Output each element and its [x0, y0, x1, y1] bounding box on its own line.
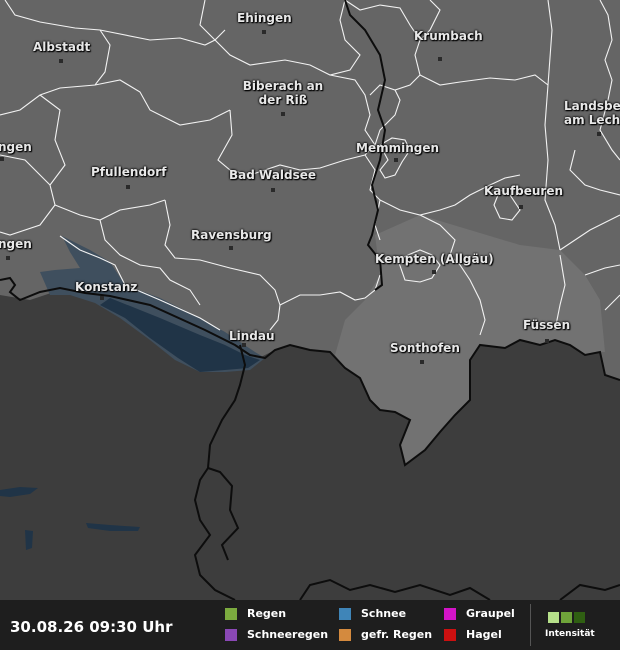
town-marker: [432, 270, 436, 274]
town-marker: [597, 132, 601, 136]
intensity-swatch-high: [574, 612, 585, 623]
city-label-biberach: Biberach an der Riß: [242, 79, 324, 107]
city-label-partial-left-2: ngen: [0, 237, 32, 251]
city-label-kempten: Kempten (Allgäu): [375, 252, 494, 266]
city-label-krumbach: Krumbach: [414, 29, 483, 43]
town-marker: [394, 158, 398, 162]
legend-regen: Regen: [225, 607, 286, 620]
town-marker: [100, 296, 104, 300]
legend-swatch-schneeregen: [225, 628, 237, 641]
legend-swatch-schnee: [339, 607, 351, 620]
city-label-lindau: Lindau: [229, 329, 275, 343]
timestamp: 30.08.26 09:30 Uhr: [10, 618, 173, 636]
intensity-swatch-mid: [561, 612, 572, 623]
legend-label: Hagel: [466, 628, 502, 641]
city-label-partial-left-1: ngen: [0, 140, 32, 154]
legend-swatch-regen: [225, 607, 237, 620]
intensity-label: Intensität: [545, 629, 595, 639]
town-marker: [126, 185, 130, 189]
town-marker: [242, 343, 246, 347]
city-label-bad-waldsee: Bad Waldsee: [229, 168, 317, 182]
town-marker: [271, 188, 275, 192]
town-marker: [229, 246, 233, 250]
city-label-albstadt: Albstadt: [33, 40, 91, 54]
town-marker: [519, 205, 523, 209]
legend-label: Schneeregen: [247, 628, 329, 641]
legend-swatch-hagel: [444, 628, 456, 641]
town-marker: [0, 157, 4, 161]
city-label-ehingen: Ehingen: [237, 11, 292, 25]
city-label-landsberg: Landsberg am Lech: [564, 99, 620, 127]
weather-map[interactable]: Ehingen Albstadt Krumbach Biberach an de…: [0, 0, 620, 600]
legend-graupel: Graupel: [444, 607, 515, 620]
intensity-swatch-low: [548, 612, 559, 623]
city-label-sonthofen: Sonthofen: [390, 341, 460, 355]
town-marker: [6, 256, 10, 260]
legend-label: Graupel: [466, 607, 515, 620]
legend-label: Schnee: [361, 607, 407, 620]
legend-label: Regen: [247, 607, 287, 620]
town-marker: [59, 59, 63, 63]
city-label-konstanz: Konstanz: [75, 280, 138, 294]
legend-schnee: Schnee: [339, 607, 406, 620]
legend-hagel: Hagel: [444, 628, 502, 641]
legend-label: gefr. Regen: [361, 628, 433, 641]
town-marker: [281, 112, 285, 116]
legend-swatch-graupel: [444, 607, 456, 620]
city-label-ravensburg: Ravensburg: [191, 228, 272, 242]
legend-gefr-regen: gefr. Regen: [339, 628, 432, 641]
water-body: [25, 530, 33, 550]
city-label-memmingen: Memmingen: [356, 141, 440, 155]
legend-divider: [530, 604, 531, 646]
city-label-fuessen: Füssen: [523, 318, 571, 332]
town-marker: [438, 57, 442, 61]
city-label-pfullendorf: Pfullendorf: [91, 165, 167, 179]
legend-bar: 30.08.26 09:30 Uhr Regen Schneeregen Sch…: [0, 600, 620, 650]
town-marker: [262, 30, 266, 34]
legend-swatch-gefr-regen: [339, 628, 351, 641]
city-label-kaufbeuren: Kaufbeuren: [484, 184, 564, 198]
legend-schneeregen: Schneeregen: [225, 628, 328, 641]
town-marker: [420, 360, 424, 364]
town-marker: [545, 339, 549, 343]
